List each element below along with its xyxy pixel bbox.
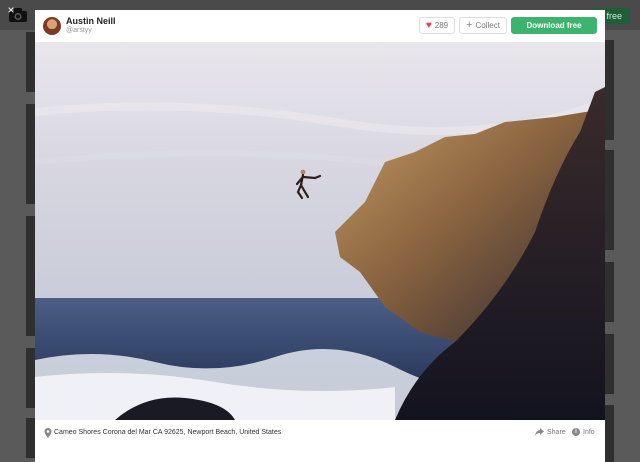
photo-modal: Austin Neill @arstyy ♥ 289 + Collect Dow… (35, 10, 605, 462)
close-icon[interactable]: × (5, 4, 17, 16)
location-text[interactable]: Cameo Shores Corona del Mar CA 92625, Ne… (54, 429, 281, 436)
info-button[interactable]: i Info (572, 428, 595, 436)
background-tile (605, 334, 614, 394)
share-label: Share (547, 428, 566, 436)
background-tile (26, 348, 35, 408)
background-tile (605, 150, 614, 250)
user-handle[interactable]: @arstyy (66, 27, 92, 34)
background-tile (605, 40, 614, 140)
download-button[interactable]: Download free (511, 17, 597, 34)
heart-icon: ♥ (425, 19, 432, 31)
like-button[interactable]: ♥ 289 (419, 17, 455, 34)
modal-header: Austin Neill @arstyy ♥ 289 + Collect Dow… (35, 10, 605, 42)
background-tile (605, 262, 614, 322)
info-icon: i (572, 428, 580, 436)
info-label: Info (583, 428, 595, 436)
collect-label: Collect (475, 21, 500, 30)
user-name[interactable]: Austin Neill (66, 16, 116, 26)
download-label: Download free (526, 21, 582, 30)
background-tile (26, 104, 35, 204)
collect-button[interactable]: + Collect (459, 17, 507, 34)
background-tile (26, 216, 35, 336)
like-count: 289 (434, 21, 449, 30)
cliff-jump-photo[interactable] (35, 42, 605, 420)
avatar[interactable] (43, 17, 61, 35)
share-icon (535, 428, 544, 436)
background-tile (26, 32, 35, 92)
background-tile (26, 418, 35, 458)
plus-icon: + (466, 19, 473, 31)
background-tile (605, 405, 614, 462)
modal-footer: Cameo Shores Corona del Mar CA 92625, Ne… (35, 422, 605, 444)
location-pin-icon (44, 428, 52, 438)
share-button[interactable]: Share (535, 428, 566, 436)
